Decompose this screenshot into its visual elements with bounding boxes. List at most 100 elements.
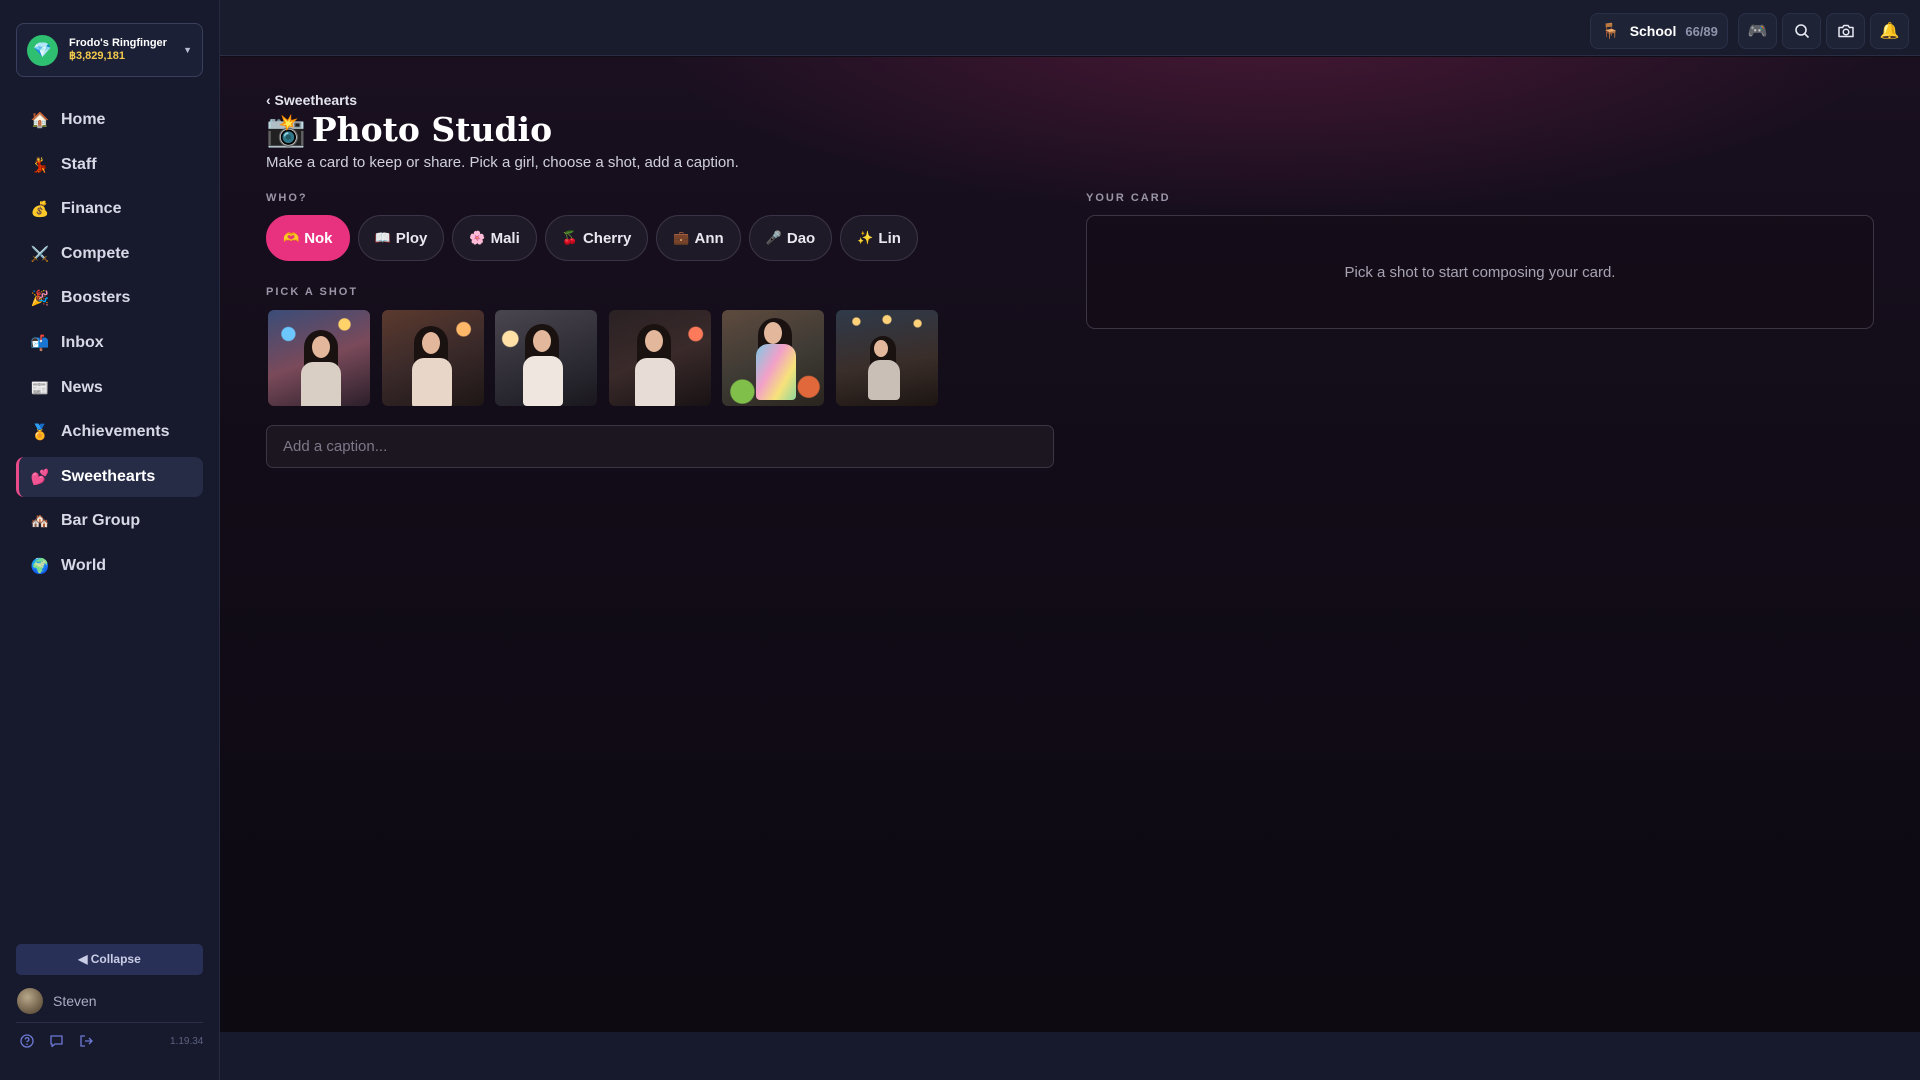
crossed-swords-icon: ⚔️ xyxy=(30,245,50,263)
bell-icon: 🔔 xyxy=(1879,23,1900,40)
sidebar-item-inbox[interactable]: 📬 Inbox xyxy=(16,323,203,363)
notifications-button[interactable]: 🔔 xyxy=(1870,13,1909,49)
school-label: School xyxy=(1629,23,1677,39)
camera-icon xyxy=(1837,24,1854,38)
main-content: ‹ Sweethearts 📸 Photo Studio Make a card… xyxy=(220,57,1920,1032)
money-bag-icon: 💰 xyxy=(30,201,50,219)
account-info: Frodo's Ringfinger ฿3,829,181 xyxy=(69,37,167,62)
heart-hands-icon: 🫶 xyxy=(283,230,300,245)
logout-icon[interactable] xyxy=(79,1034,94,1048)
sidebar-item-sweethearts[interactable]: 💕 Sweethearts xyxy=(16,456,203,497)
user-name: Steven xyxy=(53,993,97,1009)
girl-chip-dao[interactable]: 🎤 Dao xyxy=(748,215,833,261)
sparkles-icon: ✨ xyxy=(857,230,874,245)
shot-gallery xyxy=(268,310,938,406)
app-version: 1.19.34 xyxy=(170,1036,204,1047)
sidebar-item-label: Bar Group xyxy=(61,512,141,530)
girl-chip-ann[interactable]: 💼 Ann xyxy=(656,215,741,261)
school-count: 66/89 xyxy=(1685,23,1718,39)
page-subtitle: Make a card to keep or share. Pick a gir… xyxy=(266,154,739,171)
collapse-button[interactable]: ◀ Collapse xyxy=(16,944,203,975)
camera-button[interactable] xyxy=(1826,13,1865,49)
account-balance: ฿3,829,181 xyxy=(69,50,125,62)
card-empty-message: Pick a shot to start composing your card… xyxy=(1344,263,1616,281)
sidebar-item-compete[interactable]: ⚔️ Compete xyxy=(16,234,203,274)
account-name: Frodo's Ringfinger xyxy=(69,37,167,50)
shot-thumbnail[interactable] xyxy=(835,310,938,406)
microphone-icon: 🎤 xyxy=(765,230,782,245)
divider xyxy=(16,1022,203,1023)
sidebar-item-label: Home xyxy=(61,111,106,128)
briefcase-icon: 💼 xyxy=(673,230,690,245)
book-icon: 📖 xyxy=(374,230,391,245)
two-hearts-icon: 💕 xyxy=(30,468,50,486)
account-switcher[interactable]: 💎 Frodo's Ringfinger ฿3,829,181 ▼ xyxy=(16,23,203,77)
page-title-text: Photo Studio xyxy=(311,110,553,149)
girl-chip-label: Dao xyxy=(786,229,816,247)
sidebar-item-label: Finance xyxy=(61,200,122,218)
page-title: 📸 Photo Studio xyxy=(266,110,552,149)
sidebar-item-bar-group[interactable]: 🏘️ Bar Group xyxy=(16,501,203,541)
chat-icon[interactable] xyxy=(49,1034,64,1048)
shot-thumbnail[interactable] xyxy=(722,310,824,406)
search-button[interactable] xyxy=(1782,13,1821,49)
girl-chip-label: Cherry xyxy=(582,229,632,247)
gamepad-icon: 🎮 xyxy=(1747,23,1768,40)
chair-icon: 🪑 xyxy=(1601,23,1620,40)
sidebar-item-achievements[interactable]: 🏅 Achievements xyxy=(16,412,203,452)
pick-shot-label: PICK A SHOT xyxy=(266,286,359,298)
sidebar-item-label: Compete xyxy=(61,244,130,262)
houses-icon: 🏘️ xyxy=(30,513,50,531)
dancer-icon: 💃 xyxy=(30,156,50,174)
card-preview: Pick a shot to start composing your card… xyxy=(1086,215,1874,329)
shot-thumbnail[interactable] xyxy=(608,310,711,406)
party-popper-icon: 🎉 xyxy=(30,290,50,308)
shot-thumbnail[interactable] xyxy=(381,310,484,406)
bottom-strip xyxy=(220,1032,1920,1080)
girl-chip-cherry[interactable]: 🍒 Cherry xyxy=(544,215,649,261)
girl-chip-nok[interactable]: 🫶 Nok xyxy=(266,215,350,261)
blossom-icon: 🌸 xyxy=(469,230,486,245)
avatar xyxy=(17,988,43,1014)
user-profile[interactable]: Steven xyxy=(17,988,97,1014)
girl-chip-label: Lin xyxy=(878,229,901,247)
school-status-button[interactable]: 🪑 School 66/89 xyxy=(1590,13,1728,49)
sidebar: 💎 Frodo's Ringfinger ฿3,829,181 ▼ 🏠 Home … xyxy=(0,0,220,1080)
newspaper-icon: 📰 xyxy=(30,379,50,397)
sidebar-item-label: Boosters xyxy=(61,289,131,307)
sidebar-item-label: Sweethearts xyxy=(61,467,156,485)
camera-flash-icon: 📸 xyxy=(266,111,306,148)
medal-icon: 🏅 xyxy=(30,424,50,442)
sidebar-item-world[interactable]: 🌍 World xyxy=(16,546,203,586)
gamepad-button[interactable]: 🎮 xyxy=(1738,13,1777,49)
caption-input[interactable] xyxy=(266,425,1054,468)
girl-chip-lin[interactable]: ✨ Lin xyxy=(840,215,918,261)
girl-selector: 🫶 Nok 📖 Ploy 🌸 Mali 🍒 Cherry 💼 Ann 🎤 Dao ✨ Lin xyxy=(266,215,918,261)
mailbox-icon: 📬 xyxy=(30,334,50,352)
girl-chip-label: Mali xyxy=(490,229,520,247)
girl-chip-mali[interactable]: 🌸 Mali xyxy=(452,215,537,261)
globe-icon: 🌍 xyxy=(30,557,50,575)
help-icon[interactable] xyxy=(20,1034,34,1048)
sidebar-item-label: Inbox xyxy=(61,333,104,351)
sidebar-item-home[interactable]: 🏠 Home xyxy=(16,100,203,140)
sidebar-item-label: Staff xyxy=(61,155,97,173)
sidebar-item-boosters[interactable]: 🎉 Boosters xyxy=(16,278,203,318)
sidebar-item-label: News xyxy=(61,378,103,396)
sidebar-item-news[interactable]: 📰 News xyxy=(16,368,203,408)
search-icon xyxy=(1794,24,1809,39)
sidebar-item-staff[interactable]: 💃 Staff xyxy=(16,145,203,185)
girl-chip-ploy[interactable]: 📖 Ploy xyxy=(357,215,445,261)
who-label: WHO? xyxy=(266,192,308,204)
sidebar-item-finance[interactable]: 💰 Finance xyxy=(16,189,203,229)
sidebar-item-label: Achievements xyxy=(61,423,170,441)
shot-thumbnail[interactable] xyxy=(495,310,597,406)
back-link[interactable]: ‹ Sweethearts xyxy=(266,92,357,108)
girl-chip-label: Nok xyxy=(304,229,333,247)
shot-thumbnail[interactable] xyxy=(268,310,370,406)
top-bar: 🪑 School 66/89 🎮 🔔 xyxy=(220,0,1920,56)
girl-chip-label: Ann xyxy=(694,229,724,247)
your-card-label: YOUR CARD xyxy=(1086,192,1171,204)
girl-chip-label: Ploy xyxy=(395,229,428,247)
sidebar-item-label: World xyxy=(61,556,107,574)
